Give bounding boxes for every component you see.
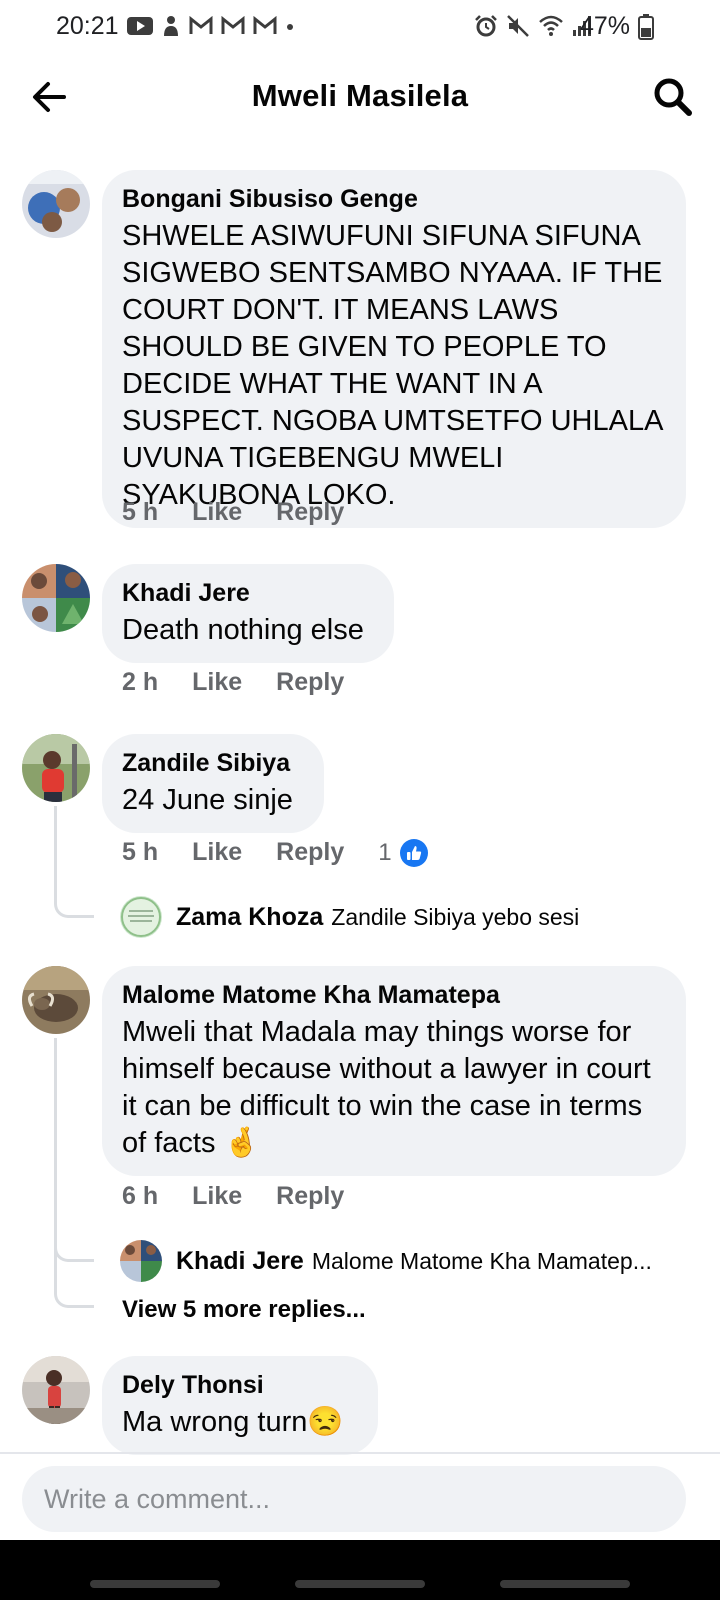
status-left-icons (127, 14, 295, 38)
comment-text: Death nothing else (122, 614, 364, 646)
reply-text: Zandile Sibiya yebo sesi (331, 903, 580, 930)
reply-text: Malome Matome Kha Mamatep... (311, 1247, 652, 1274)
youtube-icon (127, 17, 153, 35)
avatar[interactable] (22, 734, 90, 802)
gmail-icon (253, 16, 277, 34)
comment-composer[interactable] (22, 1466, 686, 1532)
avatar[interactable] (120, 1240, 162, 1282)
comment-author[interactable]: Malome Matome Kha Mamatepa (122, 980, 666, 1010)
avatar[interactable] (22, 170, 90, 238)
reply-button[interactable]: Reply (276, 498, 344, 527)
page-header: Mweli Masilela (0, 60, 720, 140)
comment-actions: 5 h Like Reply 1 (122, 838, 428, 867)
comment-bubble[interactable]: Malome Matome Kha Mamatepa Mweli that Ma… (102, 966, 686, 1176)
nav-home-button[interactable] (295, 1580, 425, 1588)
like-button[interactable]: Like (192, 498, 242, 527)
status-bar: 20:21 47% (0, 0, 720, 54)
gmail-icon (221, 16, 245, 34)
comment-bubble[interactable]: Bongani Sibusiso Genge SHWELE ASIWUFUNI … (102, 170, 686, 528)
like-button[interactable]: Like (192, 1182, 242, 1211)
reply-preview[interactable]: Zama Khoza Zandile Sibiya yebo sesi (120, 896, 579, 938)
reaction-count: 1 (378, 838, 392, 866)
comment-bubble[interactable]: Zandile Sibiya 24 June sinje (102, 734, 324, 833)
reply-author[interactable]: Zama Khoza (176, 903, 323, 932)
view-more-replies-link[interactable]: View 5 more replies... (122, 1296, 366, 1324)
comment-actions: 5 h Like Reply (122, 498, 378, 527)
comment-author[interactable]: Khadi Jere (122, 578, 374, 608)
system-nav-bar (0, 1540, 720, 1600)
comment-author[interactable]: Dely Thonsi (122, 1370, 358, 1400)
wifi-icon (539, 15, 563, 36)
comment-input[interactable] (22, 1466, 686, 1532)
composer-divider (0, 1452, 720, 1454)
reply-thread-line (54, 806, 94, 918)
comment-actions: 6 h Like Reply (122, 1182, 378, 1211)
battery-percent: 47% (579, 12, 630, 40)
mute-icon (507, 15, 529, 37)
comment-actions: 2 h Like Reply (122, 668, 378, 697)
comment-time[interactable]: 2 h (122, 668, 158, 697)
comment-text: Ma wrong turn😒 (122, 1406, 344, 1438)
comment-time[interactable]: 6 h (122, 1182, 158, 1211)
comment-text: Mweli that Madala may things worse for h… (122, 1016, 651, 1159)
status-time: 20:21 (56, 12, 119, 40)
comment-time[interactable]: 5 h (122, 498, 158, 527)
dot-icon (287, 24, 293, 30)
page-title: Mweli Masilela (251, 78, 469, 113)
like-button[interactable]: Like (192, 668, 242, 697)
avatar[interactable] (22, 966, 90, 1034)
thumbs-up-icon (399, 838, 428, 867)
comment-time[interactable]: 5 h (122, 838, 158, 867)
like-button[interactable]: Like (192, 838, 242, 867)
avatar[interactable] (120, 896, 162, 938)
nav-back-button[interactable] (500, 1580, 630, 1588)
reply-button[interactable]: Reply (276, 838, 344, 867)
search-icon[interactable] (650, 74, 696, 120)
avatar[interactable] (22, 1356, 90, 1424)
battery-icon (638, 14, 654, 40)
reaction-summary[interactable]: 1 (378, 838, 428, 867)
comment-text: 24 June sinje (122, 784, 293, 816)
comment-bubble[interactable]: Dely Thonsi Ma wrong turn😒 (102, 1356, 378, 1455)
comment-bubble[interactable]: Khadi Jere Death nothing else (102, 564, 394, 663)
avatar[interactable] (22, 564, 90, 632)
nav-recents-button[interactable] (90, 1580, 220, 1588)
reply-thread-line (54, 1220, 94, 1308)
status-right-icons (474, 14, 592, 38)
gmail-icon (189, 16, 213, 34)
notification-icon (164, 16, 178, 36)
comment-text: SHWELE ASIWUFUNI SIFUNA SIFUNA SIGWEBO S… (122, 220, 663, 511)
alarm-icon (475, 15, 497, 37)
reply-button[interactable]: Reply (276, 668, 344, 697)
reply-button[interactable]: Reply (276, 1182, 344, 1211)
comment-author[interactable]: Zandile Sibiya (122, 748, 304, 778)
reply-author[interactable]: Khadi Jere (176, 1247, 304, 1276)
reply-preview[interactable]: Khadi Jere Malome Matome Kha Mamatep... (120, 1240, 680, 1282)
comment-author[interactable]: Bongani Sibusiso Genge (122, 184, 666, 214)
